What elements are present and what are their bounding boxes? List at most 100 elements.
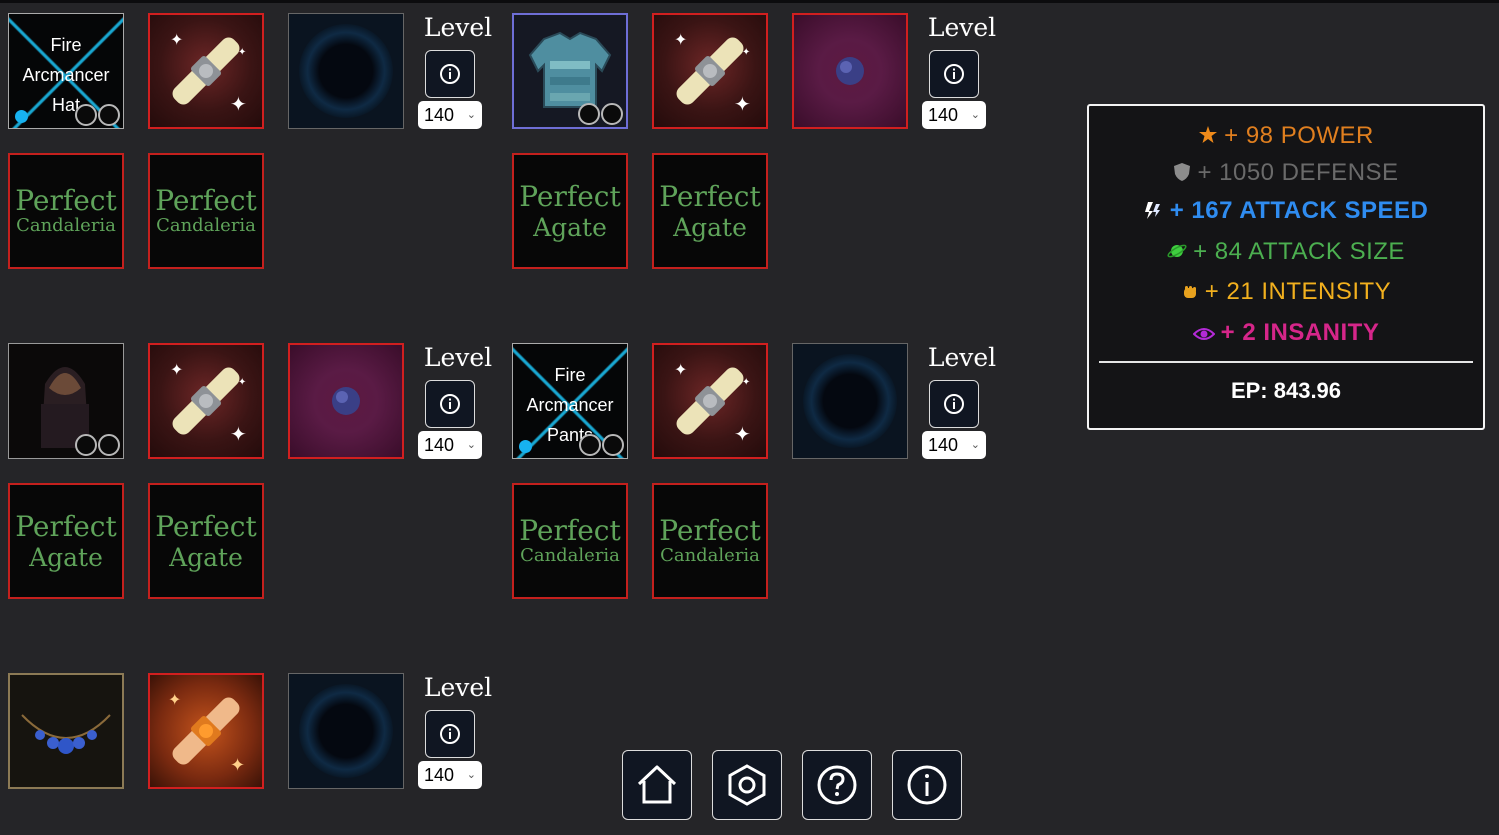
socket-ring-icon [602,434,624,456]
level-select[interactable]: 140 ⌄ [922,431,986,459]
info-icon [440,394,460,414]
stat-defense: + 1050 DEFENSE [1089,159,1483,187]
item-info-button[interactable] [929,50,979,98]
enchant-scroll-slot[interactable]: ✦ ✦ ✦ [148,343,264,459]
purple-orb-icon [836,57,864,85]
item-slot-pants[interactable]: Fire Arcmancer Pants [512,343,628,459]
gem-slot-2[interactable]: Perfect Candaleria [148,153,264,269]
enchant-scroll-slot[interactable]: ✦ ✦ ✦ [148,13,264,129]
info-icon [440,64,460,84]
info-icon [944,394,964,414]
item-info-button[interactable] [929,380,979,428]
socket-ring-icon [601,103,623,125]
help-button[interactable] [802,750,872,820]
socket-ring-icon [578,103,600,125]
gem-slot-1[interactable]: Perfect Candaleria [512,483,628,599]
svg-text:✦: ✦ [734,94,751,116]
rune-slot-empty[interactable] [288,673,404,789]
help-icon [817,765,857,805]
level-select[interactable]: 140 ⌄ [922,101,986,129]
info-icon [944,64,964,84]
speed-icon [1144,202,1160,219]
equipment-group-hat: Fire Arcmancer Hat ✦ ✦ ✦ Perfect Candale… [8,13,498,293]
info-icon [907,765,947,805]
item-info-button[interactable] [425,50,475,98]
socket-ring-icon [75,104,97,126]
chevron-down-icon: ⌄ [466,769,476,781]
svg-text:✦: ✦ [734,424,751,446]
rune-slot-purple[interactable] [792,13,908,129]
rune-slot-purple[interactable] [288,343,404,459]
equipment-group-chest: ✦ ✦ ✦ Perfect Agate Perfect Agate Level … [512,13,1002,293]
svg-text:✦: ✦ [168,692,181,709]
gem-slot-1[interactable]: Perfect Agate [512,153,628,269]
stat-power: + 98 POWER [1089,122,1483,150]
item-info-button[interactable] [425,710,475,758]
socket-ring-icon [98,434,120,456]
chevron-down-icon: ⌄ [970,439,980,451]
svg-text:✦: ✦ [674,32,687,49]
gem-slot-2[interactable]: Perfect Agate [652,153,768,269]
stat-insanity: + 2 INSANITY [1089,319,1483,347]
gem-slot-1[interactable]: Perfect Candaleria [8,153,124,269]
level-select[interactable]: 140 ⌄ [418,761,482,789]
svg-text:✦: ✦ [674,362,687,379]
item-slot-necklace[interactable] [8,673,124,789]
stat-attack-speed: + 167 ATTACK SPEED [1089,197,1483,225]
settings-button[interactable] [712,750,782,820]
svg-text:✦: ✦ [230,755,245,775]
chevron-down-icon: ⌄ [466,109,476,121]
info-button[interactable] [892,750,962,820]
rune-slot-empty[interactable] [288,13,404,129]
fist-icon [1183,286,1196,298]
planet-icon [1167,244,1187,258]
white-enchant-scroll-icon: ✦ ✦ ✦ [170,362,247,446]
ep-score: EP: 843.96 [1230,378,1342,403]
level-label: Level [423,13,493,42]
svg-text:✦: ✦ [230,424,247,446]
shield-icon [1174,163,1191,181]
gem-slot-2[interactable]: Perfect Candaleria [652,483,768,599]
white-enchant-scroll-icon: ✦ ✦ ✦ [170,32,247,116]
purple-orb-icon [332,387,360,415]
svg-text:✦: ✦ [742,377,750,388]
gem-slot-1[interactable]: Perfect Agate [8,483,124,599]
equipment-group-cloak: ✦ ✦ ✦ Perfect Agate Perfect Agate Level … [8,343,498,623]
gem-slot-2[interactable]: Perfect Agate [148,483,264,599]
svg-text:✦: ✦ [238,377,246,388]
home-icon [637,765,677,804]
stats-divider [1099,361,1473,363]
sapphire-necklace-icon [21,714,111,754]
svg-text:✦: ✦ [170,362,183,379]
top-bar [0,0,1499,3]
white-enchant-scroll-icon: ✦ ✦ ✦ [674,32,751,116]
level-select[interactable]: 140 ⌄ [418,101,482,129]
item-slot-chest[interactable] [512,13,628,129]
rarity-dot-icon [15,110,28,123]
star-icon [1199,126,1218,143]
eye-icon [1192,328,1216,340]
level-label: Level [423,673,493,702]
socket-ring-icon [579,434,601,456]
equipment-group-necklace: ✦ ✦ Level 140 ⌄ [8,673,498,793]
white-enchant-scroll-icon: ✦ ✦ ✦ [674,362,751,446]
equipment-group-pants: Fire Arcmancer Pants ✦ ✦ ✦ Perfect Canda… [512,343,1002,623]
enchant-scroll-slot[interactable]: ✦ ✦ ✦ [652,343,768,459]
empty-blue-orb-icon [299,684,393,778]
item-slot-hat[interactable]: Fire Arcmancer Hat [8,13,124,129]
stat-attack-size: + 84 ATTACK SIZE [1089,238,1483,266]
rune-slot-empty[interactable] [792,343,908,459]
enchant-scroll-slot[interactable]: ✦ ✦ [148,673,264,789]
level-label: Level [927,343,997,372]
socket-ring-icon [98,104,120,126]
level-label: Level [927,13,997,42]
level-select[interactable]: 140 ⌄ [418,431,482,459]
info-icon [440,724,460,744]
item-info-button[interactable] [425,380,475,428]
rarity-dot-icon [519,440,532,453]
home-button[interactable] [622,750,692,820]
item-slot-cloak[interactable] [8,343,124,459]
chevron-down-icon: ⌄ [466,439,476,451]
stat-intensity: + 21 INTENSITY [1089,278,1483,306]
enchant-scroll-slot[interactable]: ✦ ✦ ✦ [652,13,768,129]
